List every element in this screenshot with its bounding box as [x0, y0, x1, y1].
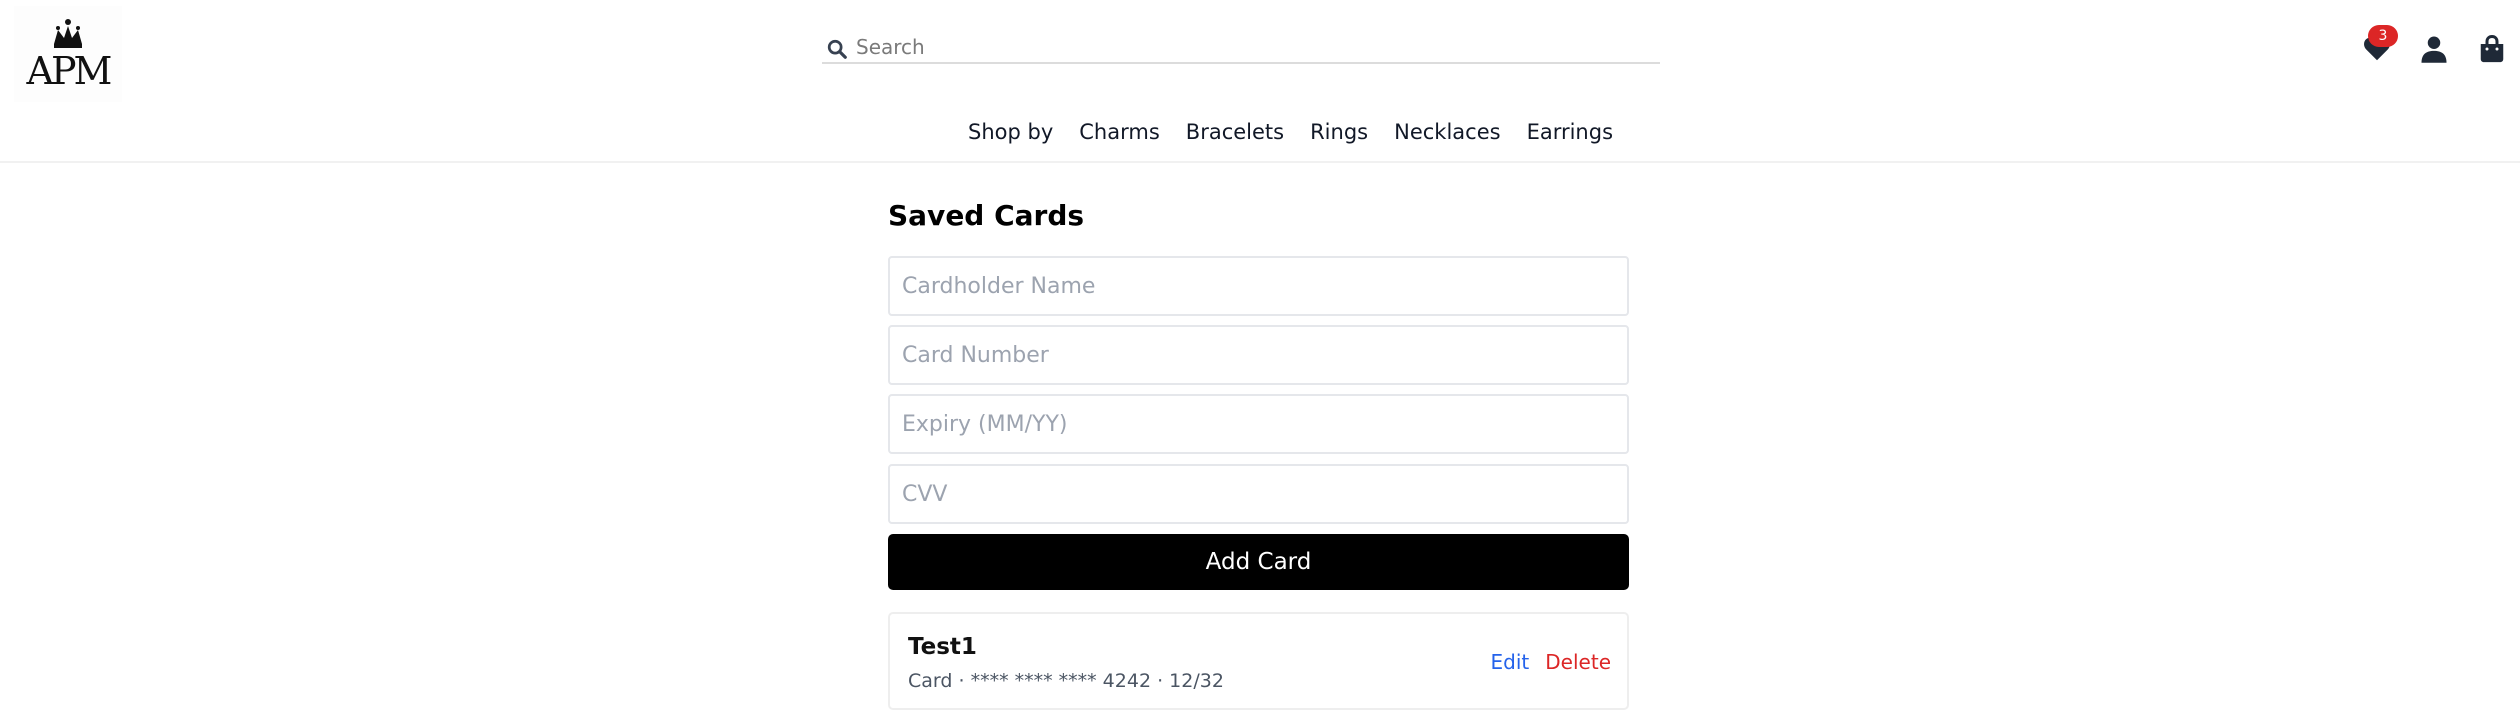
nav-list: Shop by Charms Bracelets Rings Necklaces… [968, 114, 1639, 150]
main-nav: Shop by Charms Bracelets Rings Necklaces… [0, 114, 2520, 150]
saved-card-actions: Edit Delete [1491, 650, 1611, 674]
cvv-field[interactable] [888, 464, 1629, 524]
logo-text: APM [26, 49, 111, 93]
nav-item-charms[interactable]: Charms [1079, 114, 1160, 150]
cardholder-name-field[interactable] [888, 256, 1629, 316]
nav-item-bracelets[interactable]: Bracelets [1186, 114, 1284, 150]
page-title: Saved Cards [888, 199, 1085, 232]
delete-card-link[interactable]: Delete [1545, 650, 1611, 674]
expiry-field[interactable] [888, 394, 1629, 454]
search-icon[interactable] [826, 38, 848, 60]
logo-graphic: APM [26, 19, 114, 93]
card-number-field[interactable] [888, 325, 1629, 385]
nav-item-necklaces[interactable]: Necklaces [1394, 114, 1500, 150]
search-bar [822, 32, 1660, 64]
saved-card-name: Test1 [908, 634, 977, 660]
add-card-button[interactable]: Add Card [888, 534, 1629, 590]
saved-card-item: Test1 Card · **** **** **** 4242 · 12/32… [888, 612, 1629, 710]
user-icon[interactable] [2419, 34, 2449, 64]
apm-logo[interactable]: APM [14, 6, 122, 102]
wishlist-count-badge: 3 [2368, 25, 2398, 47]
edit-card-link[interactable]: Edit [1491, 650, 1530, 674]
shopping-bag-icon[interactable] [2477, 34, 2507, 64]
search-input[interactable] [856, 34, 1646, 60]
nav-item-shop-by[interactable]: Shop by [968, 114, 1053, 150]
saved-card-details: Card · **** **** **** 4242 · 12/32 [908, 670, 1224, 692]
nav-item-rings[interactable]: Rings [1310, 114, 1368, 150]
nav-item-earrings[interactable]: Earrings [1527, 114, 1613, 150]
crown-icon [54, 19, 82, 48]
saved-cards-section: Saved Cards Add Card Test1 Card · **** *… [888, 194, 1629, 710]
site-header: APM 3 Shop by Charms Bracelets Rings Nec… [0, 0, 2520, 163]
